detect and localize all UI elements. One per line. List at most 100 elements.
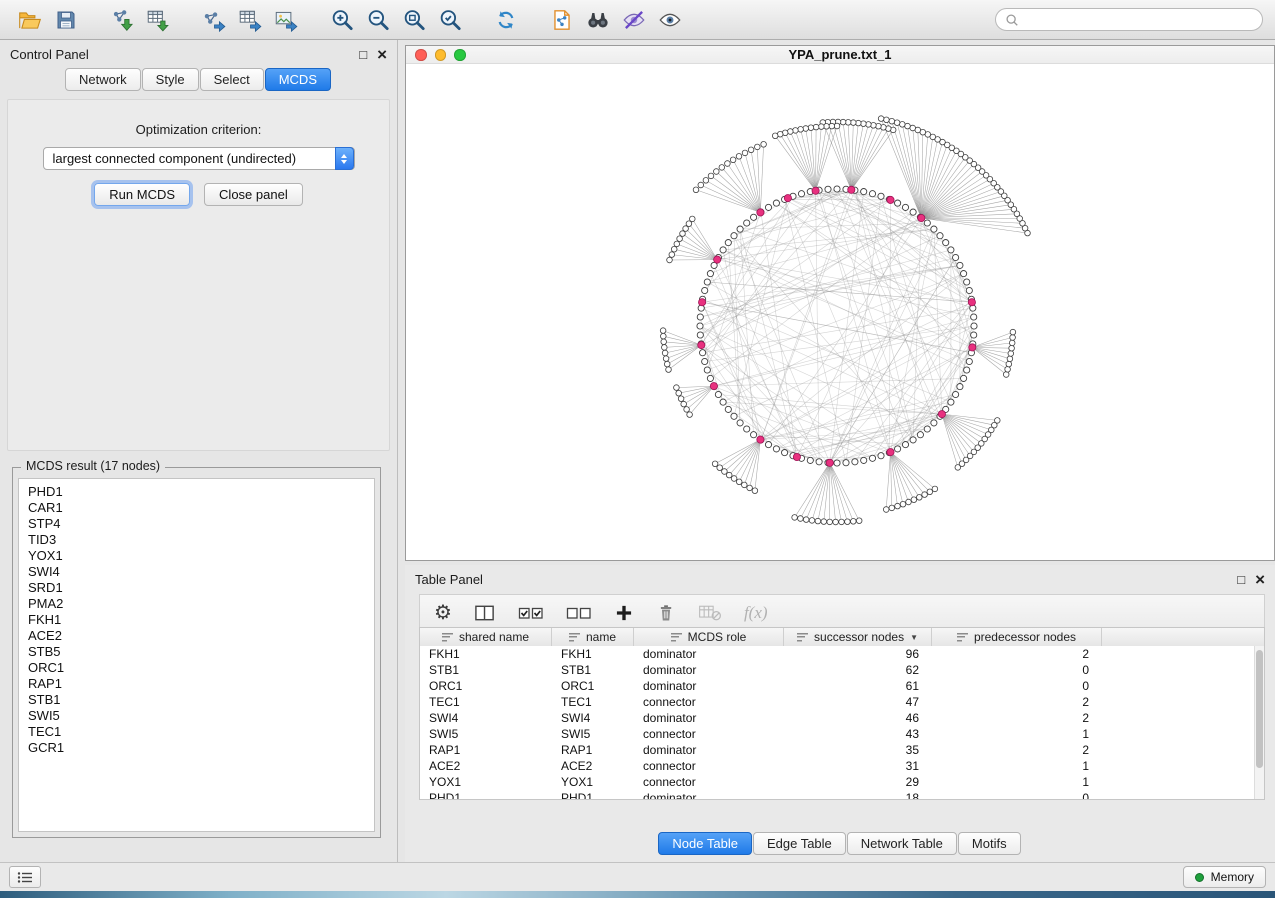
sort-icon xyxy=(569,633,580,642)
delete-column-button[interactable] xyxy=(656,599,676,627)
save-session-button[interactable] xyxy=(48,4,84,36)
cell-name: PHD1 xyxy=(552,790,634,799)
mcds-result-item[interactable]: CAR1 xyxy=(28,500,374,516)
export-table-button[interactable] xyxy=(232,4,268,36)
network-view[interactable] xyxy=(406,64,1274,560)
table-row[interactable]: FKH1FKH1dominator962 xyxy=(420,646,1254,662)
table-row[interactable]: STB1STB1dominator620 xyxy=(420,662,1254,678)
mcds-result-item[interactable]: SRD1 xyxy=(28,580,374,596)
table-settings-button[interactable]: ⚙ xyxy=(434,599,452,627)
table-row[interactable]: SWI5SWI5connector431 xyxy=(420,726,1254,742)
scrollbar-thumb[interactable] xyxy=(1256,650,1263,768)
table-row[interactable]: SWI4SWI4dominator462 xyxy=(420,710,1254,726)
column-header-MCDS-role[interactable]: MCDS role xyxy=(634,628,784,646)
import-table-button[interactable] xyxy=(140,4,176,36)
optimization-criterion-select[interactable]: largest connected component (undirected) xyxy=(43,147,355,170)
import-network-button[interactable] xyxy=(104,4,140,36)
tab-mcds[interactable]: MCDS xyxy=(265,68,331,91)
mcds-result-item[interactable]: GCR1 xyxy=(28,740,374,756)
mcds-result-list[interactable]: PHD1CAR1STP4TID3YOX1SWI4SRD1PMA2FKH1ACE2… xyxy=(18,478,375,832)
mcds-result-item[interactable]: SWI4 xyxy=(28,564,374,580)
select-all-rows-button[interactable] xyxy=(518,599,544,627)
open-session-button[interactable] xyxy=(12,4,48,36)
toggle-columns-button[interactable] xyxy=(474,599,496,627)
close-panel-button-mcds[interactable]: Close panel xyxy=(204,183,303,206)
table-row[interactable]: PHD1PHD1dominator180 xyxy=(420,790,1254,799)
mcds-result-item[interactable]: ACE2 xyxy=(28,628,374,644)
export-image-button[interactable] xyxy=(268,4,304,36)
table-row[interactable]: ACE2ACE2connector311 xyxy=(420,758,1254,774)
hide-graphics-details-button[interactable] xyxy=(616,4,652,36)
close-panel-button[interactable]: × xyxy=(377,46,387,63)
delete-table-button[interactable] xyxy=(698,599,722,627)
apply-layout-button[interactable] xyxy=(488,4,524,36)
save-icon xyxy=(54,8,78,32)
zoom-fit-button[interactable] xyxy=(396,4,432,36)
cell-successor_nodes: 46 xyxy=(784,710,932,726)
mcds-result-item[interactable]: PMA2 xyxy=(28,596,374,612)
zoom-in-button[interactable] xyxy=(324,4,360,36)
table-row[interactable]: ORC1ORC1dominator610 xyxy=(420,678,1254,694)
show-panels-menu-button[interactable] xyxy=(9,866,41,888)
mcds-result-item[interactable]: RAP1 xyxy=(28,676,374,692)
tab-network-table[interactable]: Network Table xyxy=(847,832,957,855)
mcds-result-item[interactable]: STB1 xyxy=(28,692,374,708)
mcds-result-item[interactable]: FKH1 xyxy=(28,612,374,628)
memory-button[interactable]: Memory xyxy=(1183,866,1266,888)
export-image-icon xyxy=(273,7,299,33)
mcds-result-item[interactable]: ORC1 xyxy=(28,660,374,676)
cell-shared_name: STB1 xyxy=(420,662,552,678)
show-graphics-details-button[interactable] xyxy=(652,4,688,36)
column-header-predecessor-nodes[interactable]: predecessor nodes xyxy=(932,628,1102,646)
tab-edge-table[interactable]: Edge Table xyxy=(753,832,846,855)
run-mcds-button[interactable]: Run MCDS xyxy=(94,183,190,206)
table-scrollbar[interactable] xyxy=(1254,646,1264,799)
cell-name: STB1 xyxy=(552,662,634,678)
mcds-result-item[interactable]: STP4 xyxy=(28,516,374,532)
network-svg[interactable] xyxy=(406,64,1274,560)
table-row[interactable]: YOX1YOX1connector291 xyxy=(420,774,1254,790)
mcds-result-item[interactable]: YOX1 xyxy=(28,548,374,564)
close-window-button[interactable] xyxy=(415,49,427,61)
mcds-result-item[interactable]: TEC1 xyxy=(28,724,374,740)
maximize-window-button[interactable] xyxy=(454,49,466,61)
function-builder-button[interactable]: f(x) xyxy=(744,603,768,623)
minimize-window-button[interactable] xyxy=(435,49,447,61)
add-column-button[interactable] xyxy=(614,599,634,627)
mcds-result-item[interactable]: TID3 xyxy=(28,532,374,548)
mcds-result-item[interactable]: STB5 xyxy=(28,644,374,660)
binoculars-icon xyxy=(585,7,611,33)
search-box[interactable] xyxy=(995,8,1263,31)
zoom-selected-button[interactable] xyxy=(432,4,468,36)
tab-network[interactable]: Network xyxy=(65,68,141,91)
tab-select[interactable]: Select xyxy=(200,68,264,91)
export-web-page-button[interactable] xyxy=(544,4,580,36)
gear-icon: ⚙ xyxy=(434,603,452,623)
tab-style[interactable]: Style xyxy=(142,68,199,91)
column-header-shared-name[interactable]: shared name xyxy=(420,628,552,646)
select-stepper[interactable] xyxy=(335,147,354,170)
sort-icon xyxy=(671,633,682,642)
table-row[interactable]: RAP1RAP1dominator352 xyxy=(420,742,1254,758)
tab-node-table[interactable]: Node Table xyxy=(658,832,752,855)
zoom-fit-icon xyxy=(401,7,427,33)
export-network-button[interactable] xyxy=(196,4,232,36)
cell-mcds_role: dominator xyxy=(634,662,784,678)
cell-mcds_role: connector xyxy=(634,694,784,710)
find-button[interactable] xyxy=(580,4,616,36)
float-table-panel-button[interactable]: □ xyxy=(1237,573,1245,586)
column-header-successor-nodes[interactable]: successor nodes▼ xyxy=(784,628,932,646)
tab-motifs[interactable]: Motifs xyxy=(958,832,1021,855)
mcds-result-item[interactable]: PHD1 xyxy=(28,484,374,500)
float-panel-button[interactable]: □ xyxy=(359,48,367,61)
column-header-name[interactable]: name xyxy=(552,628,634,646)
close-table-panel-button[interactable]: × xyxy=(1255,571,1265,588)
mcds-result-item[interactable]: SWI5 xyxy=(28,708,374,724)
deselect-all-rows-button[interactable] xyxy=(566,599,592,627)
zoom-out-button[interactable] xyxy=(360,4,396,36)
cell-successor_nodes: 47 xyxy=(784,694,932,710)
cell-mcds_role: dominator xyxy=(634,790,784,799)
table-row[interactable]: TEC1TEC1connector472 xyxy=(420,694,1254,710)
search-input[interactable] xyxy=(1025,12,1253,27)
cell-mcds_role: connector xyxy=(634,758,784,774)
